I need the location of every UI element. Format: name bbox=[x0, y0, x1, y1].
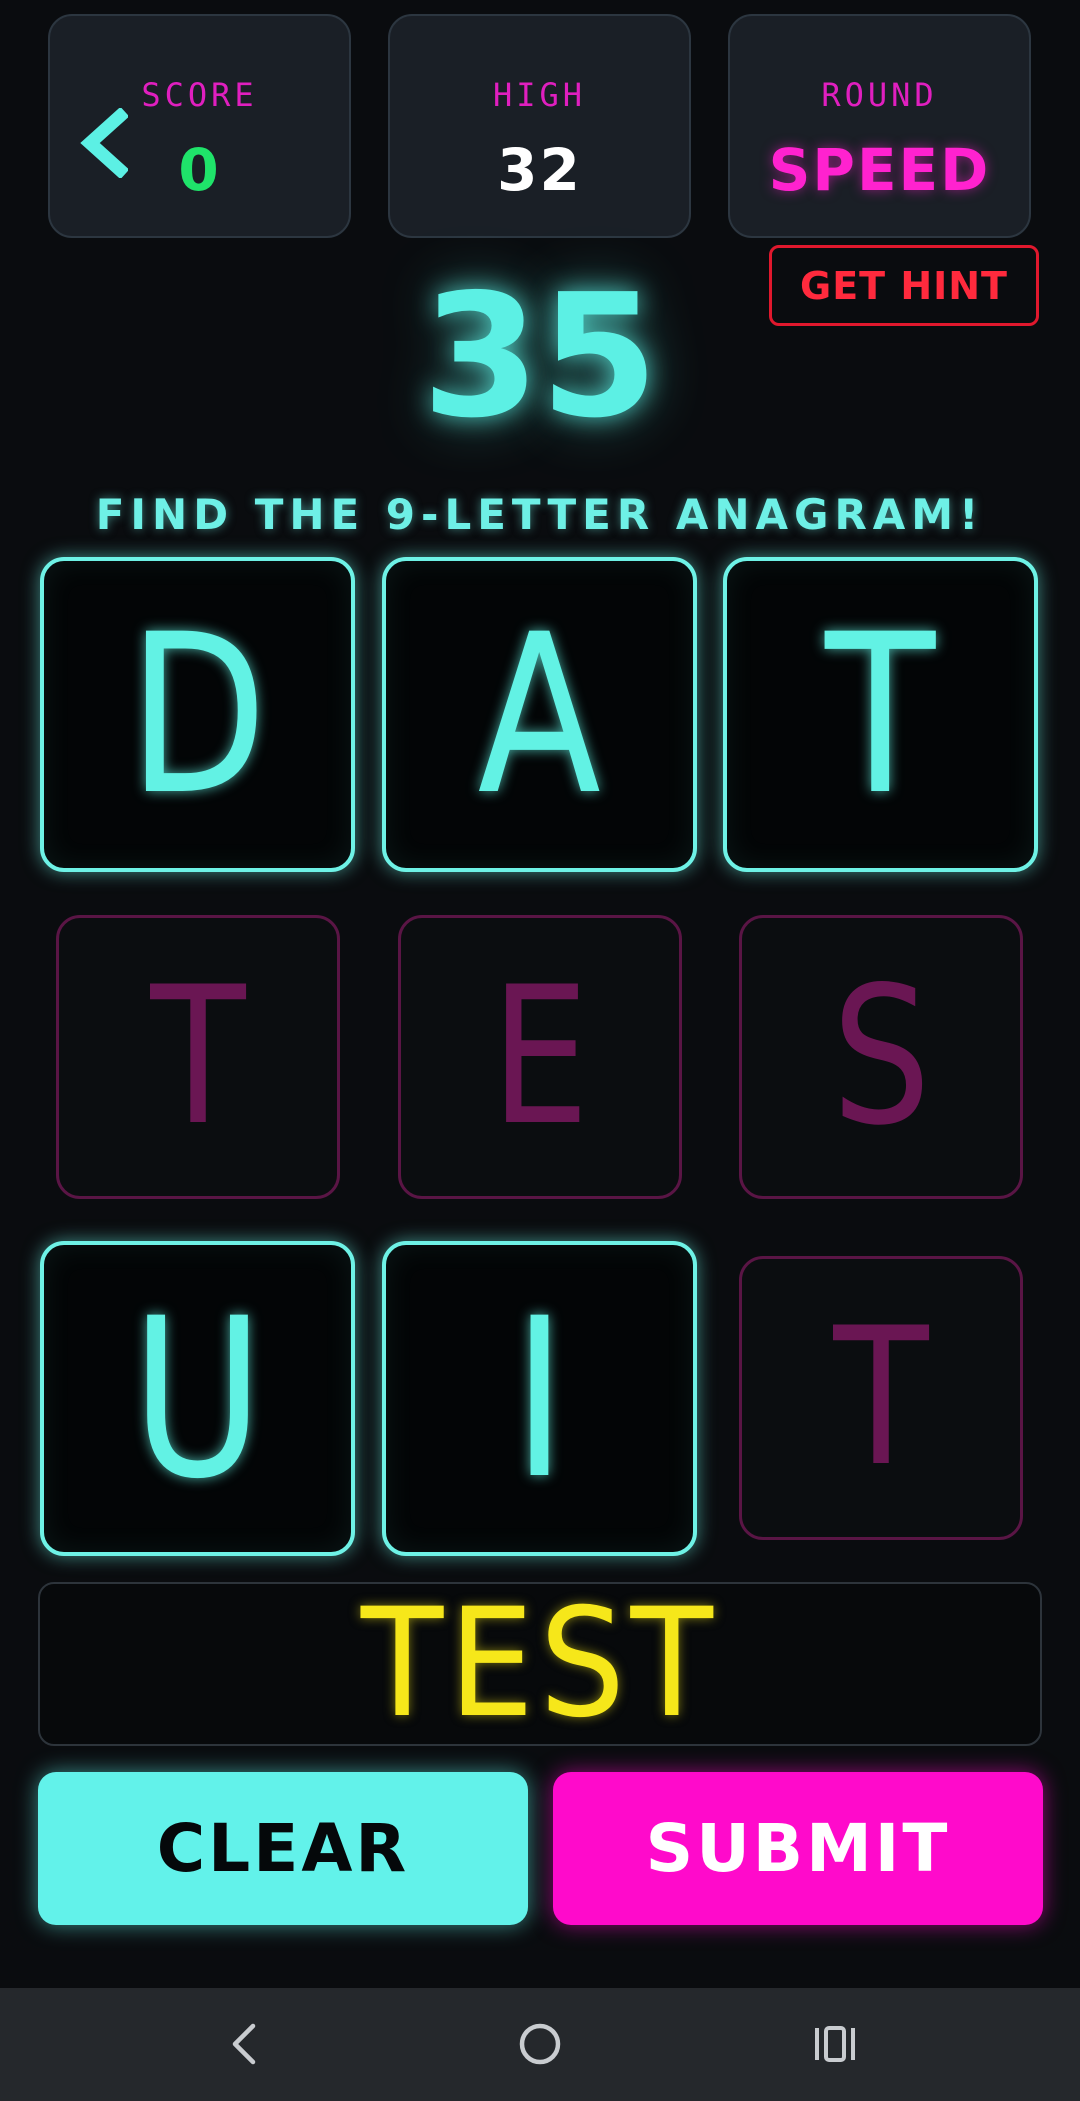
nav-back-button[interactable] bbox=[185, 1988, 305, 2101]
score-label: SCORE bbox=[141, 76, 258, 114]
tile-letter: U bbox=[131, 1270, 264, 1527]
score-value: 0 bbox=[178, 136, 221, 204]
score-card: SCORE 0 bbox=[48, 14, 351, 238]
letter-tile[interactable]: T bbox=[723, 557, 1038, 872]
tile-letter: D bbox=[128, 586, 267, 843]
android-back-icon bbox=[232, 2023, 256, 2065]
letter-tile[interactable]: I bbox=[382, 1241, 697, 1556]
tile-letter: S bbox=[831, 946, 931, 1167]
letter-tile-used[interactable]: T bbox=[56, 915, 340, 1199]
high-label: HIGH bbox=[492, 76, 587, 114]
instruction-text: FIND THE 9-LETTER ANAGRAM! bbox=[95, 490, 985, 539]
nav-home-button[interactable] bbox=[480, 1988, 600, 2101]
tile-letter: I bbox=[512, 1270, 567, 1527]
current-answer: TEST bbox=[361, 1577, 719, 1751]
letter-tile[interactable]: A bbox=[382, 557, 697, 872]
tile-letter: A bbox=[477, 586, 602, 843]
round-label: ROUND bbox=[821, 76, 938, 114]
android-home-icon bbox=[519, 2023, 561, 2065]
android-recents-icon bbox=[815, 2026, 855, 2062]
nav-recents-button[interactable] bbox=[775, 1988, 895, 2101]
letter-tile-used[interactable]: T bbox=[739, 1256, 1023, 1540]
tile-letter: T bbox=[833, 1287, 929, 1508]
tile-letter: T bbox=[150, 946, 246, 1167]
countdown-timer: 35 bbox=[421, 258, 659, 456]
letter-tile[interactable]: U bbox=[40, 1241, 355, 1556]
letter-tile-used[interactable]: S bbox=[739, 915, 1023, 1199]
tile-letter: E bbox=[490, 946, 590, 1167]
letter-tile[interactable]: D bbox=[40, 557, 355, 872]
submit-button[interactable]: SUBMIT bbox=[553, 1772, 1043, 1925]
high-score-card: HIGH 32 bbox=[388, 14, 691, 238]
clear-button[interactable]: CLEAR bbox=[38, 1772, 528, 1925]
high-value: 32 bbox=[497, 136, 582, 204]
round-card: ROUND SPEED bbox=[728, 14, 1031, 238]
system-navigation-bar bbox=[0, 1988, 1080, 2101]
answer-display: TEST bbox=[38, 1577, 1042, 1751]
tile-letter: T bbox=[825, 586, 936, 843]
letter-tile-used[interactable]: E bbox=[398, 915, 682, 1199]
round-value: SPEED bbox=[768, 136, 991, 204]
